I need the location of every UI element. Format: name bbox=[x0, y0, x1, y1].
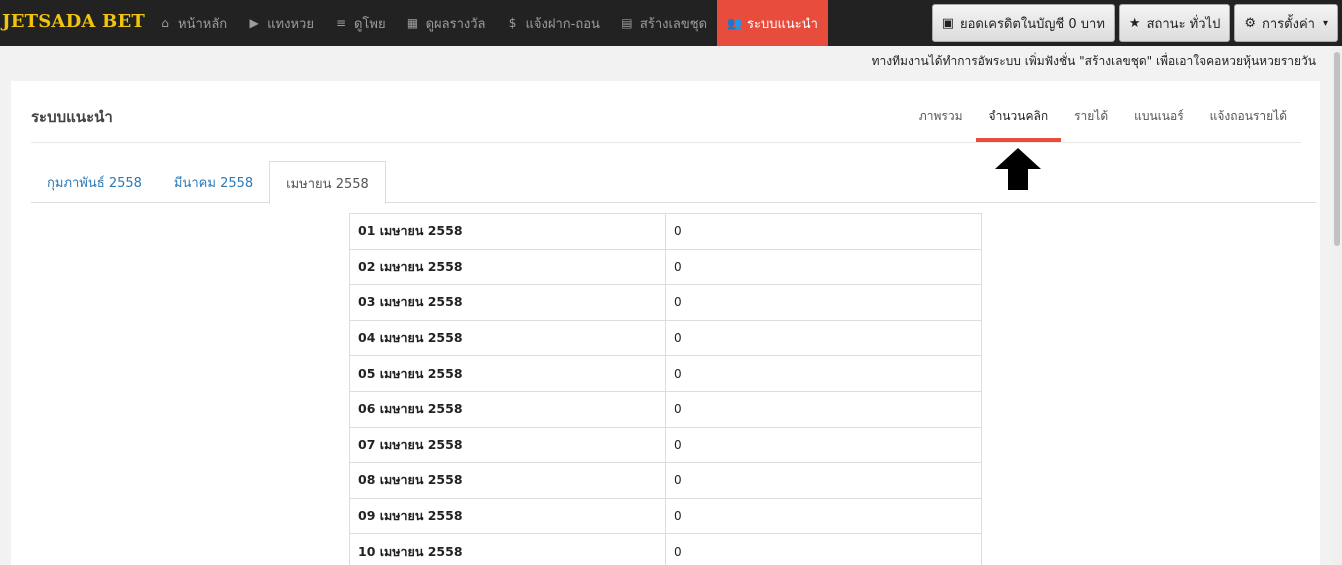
home-icon: ⌂ bbox=[161, 16, 169, 30]
navbar-right-buttons: ▣ ยอดเครดิตในบัญชี 0 บาท ★ สถานะ ทั่วไป … bbox=[931, 4, 1338, 42]
nav-item-label: แจ้งฝาก-ถอน bbox=[525, 16, 600, 32]
date-cell: 02 เมษายน 2558 bbox=[349, 248, 666, 286]
settings-button[interactable]: ⚙ การตั้งค่า ▾ bbox=[1234, 4, 1338, 42]
nav-item-deposit-withdraw[interactable]: $ แจ้งฝาก-ถอน bbox=[496, 0, 610, 46]
announcement-text: ทางทีมงานได้ทำการอัพระบบ เพิ่มฟังชั่น "ส… bbox=[871, 54, 1316, 68]
table-row: 08 เมษายน 2558 0 bbox=[349, 462, 982, 499]
click-count-cell: 0 bbox=[665, 390, 982, 428]
table-row: 01 เมษายน 2558 0 bbox=[349, 213, 982, 250]
nav-item-referral[interactable]: 👥 ระบบแนะนำ bbox=[717, 0, 828, 46]
tabs-divider bbox=[31, 202, 1316, 203]
table-icon: ▦ bbox=[406, 16, 419, 30]
nav-item-bet[interactable]: ▶ แทงหวย bbox=[237, 0, 324, 46]
credit-label: ยอดเครดิตในบัญชี 0 บาท bbox=[960, 16, 1105, 32]
click-count-cell: 0 bbox=[665, 248, 982, 286]
tab-overview[interactable]: ภาพรวม bbox=[906, 101, 976, 142]
nav-item-create-number-set[interactable]: ▤ สร้างเลขชุด bbox=[610, 0, 717, 46]
click-count-cell: 0 bbox=[665, 497, 982, 535]
chevron-down-icon: ▾ bbox=[1322, 17, 1328, 29]
gear-icon: ⚙ bbox=[1244, 15, 1257, 31]
tab-income[interactable]: รายได้ bbox=[1061, 101, 1121, 142]
date-cell: 05 เมษายน 2558 bbox=[349, 355, 666, 392]
tab-month-march[interactable]: มีนาคม 2558 bbox=[158, 161, 269, 203]
tab-click-count[interactable]: จำนวนคลิก bbox=[975, 101, 1062, 142]
date-cell: 07 เมษายน 2558 bbox=[349, 426, 666, 464]
table-row: 05 เมษายน 2558 0 bbox=[349, 355, 982, 392]
money-icon: ▣ bbox=[941, 15, 954, 31]
click-count-cell: 0 bbox=[665, 533, 982, 565]
list-icon: ≡ bbox=[335, 16, 346, 30]
scrollbar-thumb[interactable] bbox=[1334, 52, 1340, 246]
document-icon: ▤ bbox=[621, 16, 633, 30]
date-cell: 03 เมษายน 2558 bbox=[349, 284, 666, 321]
click-count-cell: 0 bbox=[665, 213, 982, 250]
page-scrollbar[interactable] bbox=[1332, 46, 1342, 565]
nav-item-label: ระบบแนะนำ bbox=[747, 16, 818, 32]
status-label: สถานะ ทั่วไป bbox=[1146, 16, 1221, 32]
page-title: ระบบแนะนำ bbox=[31, 108, 113, 126]
status-button[interactable]: ★ สถานะ ทั่วไป bbox=[1118, 4, 1231, 42]
top-navbar: JETSADA BET ⌂ หน้าหลัก ▶ แทงหวย ≡ ดูโพย … bbox=[0, 0, 1342, 46]
tab-month-february[interactable]: กุมภาพันธ์ 2558 bbox=[31, 161, 158, 203]
nav-item-label: ดูผลรางวัล bbox=[425, 16, 486, 32]
brand-logo[interactable]: JETSADA BET bbox=[2, 11, 145, 32]
referral-tabs: ภาพรวม จำนวนคลิก รายได้ แบนเนอร์ แจ้งถอน… bbox=[906, 101, 1300, 142]
click-count-table: 01 เมษายน 2558 0 02 เมษายน 2558 0 03 เมษ… bbox=[349, 213, 982, 565]
date-cell: 10 เมษายน 2558 bbox=[349, 533, 666, 565]
table-row: 04 เมษายน 2558 0 bbox=[349, 319, 982, 357]
nav-item-label: ดูโพย bbox=[353, 16, 386, 32]
main-nav: ⌂ หน้าหลัก ▶ แทงหวย ≡ ดูโพย ▦ ดูผลรางวัล… bbox=[148, 0, 828, 46]
click-count-cell: 0 bbox=[665, 284, 982, 321]
date-cell: 08 เมษายน 2558 bbox=[349, 462, 666, 499]
nav-item-label: หน้าหลัก bbox=[178, 16, 228, 32]
nav-item-label: แทงหวย bbox=[267, 16, 314, 32]
table-row: 10 เมษายน 2558 0 bbox=[349, 533, 982, 565]
table-row: 03 เมษายน 2558 0 bbox=[349, 284, 982, 321]
tab-banner[interactable]: แบนเนอร์ bbox=[1121, 101, 1197, 142]
nav-item-slips[interactable]: ≡ ดูโพย bbox=[324, 0, 396, 46]
table-row: 06 เมษายน 2558 0 bbox=[349, 390, 982, 428]
star-icon: ★ bbox=[1128, 15, 1141, 31]
tab-withdraw-income[interactable]: แจ้งถอนรายได้ bbox=[1197, 101, 1300, 142]
arrow-up-icon bbox=[995, 148, 1041, 190]
table-row: 02 เมษายน 2558 0 bbox=[349, 248, 982, 286]
settings-label: การตั้งค่า bbox=[1262, 16, 1315, 32]
tab-month-april[interactable]: เมษายน 2558 bbox=[269, 161, 386, 204]
nav-item-results[interactable]: ▦ ดูผลรางวัล bbox=[396, 0, 496, 46]
click-count-cell: 0 bbox=[665, 462, 982, 499]
click-count-cell: 0 bbox=[665, 426, 982, 464]
referral-panel: ระบบแนะนำ ภาพรวม จำนวนคลิก รายได้ แบนเนอ… bbox=[11, 81, 1320, 565]
table-row: 07 เมษายน 2558 0 bbox=[349, 426, 982, 464]
date-cell: 04 เมษายน 2558 bbox=[349, 319, 666, 357]
dollar-icon: $ bbox=[508, 16, 517, 30]
date-cell: 01 เมษายน 2558 bbox=[349, 213, 666, 250]
date-cell: 06 เมษายน 2558 bbox=[349, 390, 666, 428]
credit-button[interactable]: ▣ ยอดเครดิตในบัญชี 0 บาท bbox=[931, 4, 1115, 42]
click-count-cell: 0 bbox=[665, 319, 982, 357]
nav-item-home[interactable]: ⌂ หน้าหลัก bbox=[148, 0, 237, 46]
month-tabs: กุมภาพันธ์ 2558 มีนาคม 2558 เมษายน 2558 bbox=[31, 161, 386, 204]
play-circle-icon: ▶ bbox=[249, 16, 259, 30]
divider bbox=[31, 142, 1301, 143]
nav-item-label: สร้างเลขชุด bbox=[639, 16, 708, 32]
click-count-cell: 0 bbox=[665, 355, 982, 392]
users-icon: 👥 bbox=[727, 16, 742, 30]
table-row: 09 เมษายน 2558 0 bbox=[349, 497, 982, 535]
date-cell: 09 เมษายน 2558 bbox=[349, 497, 666, 535]
